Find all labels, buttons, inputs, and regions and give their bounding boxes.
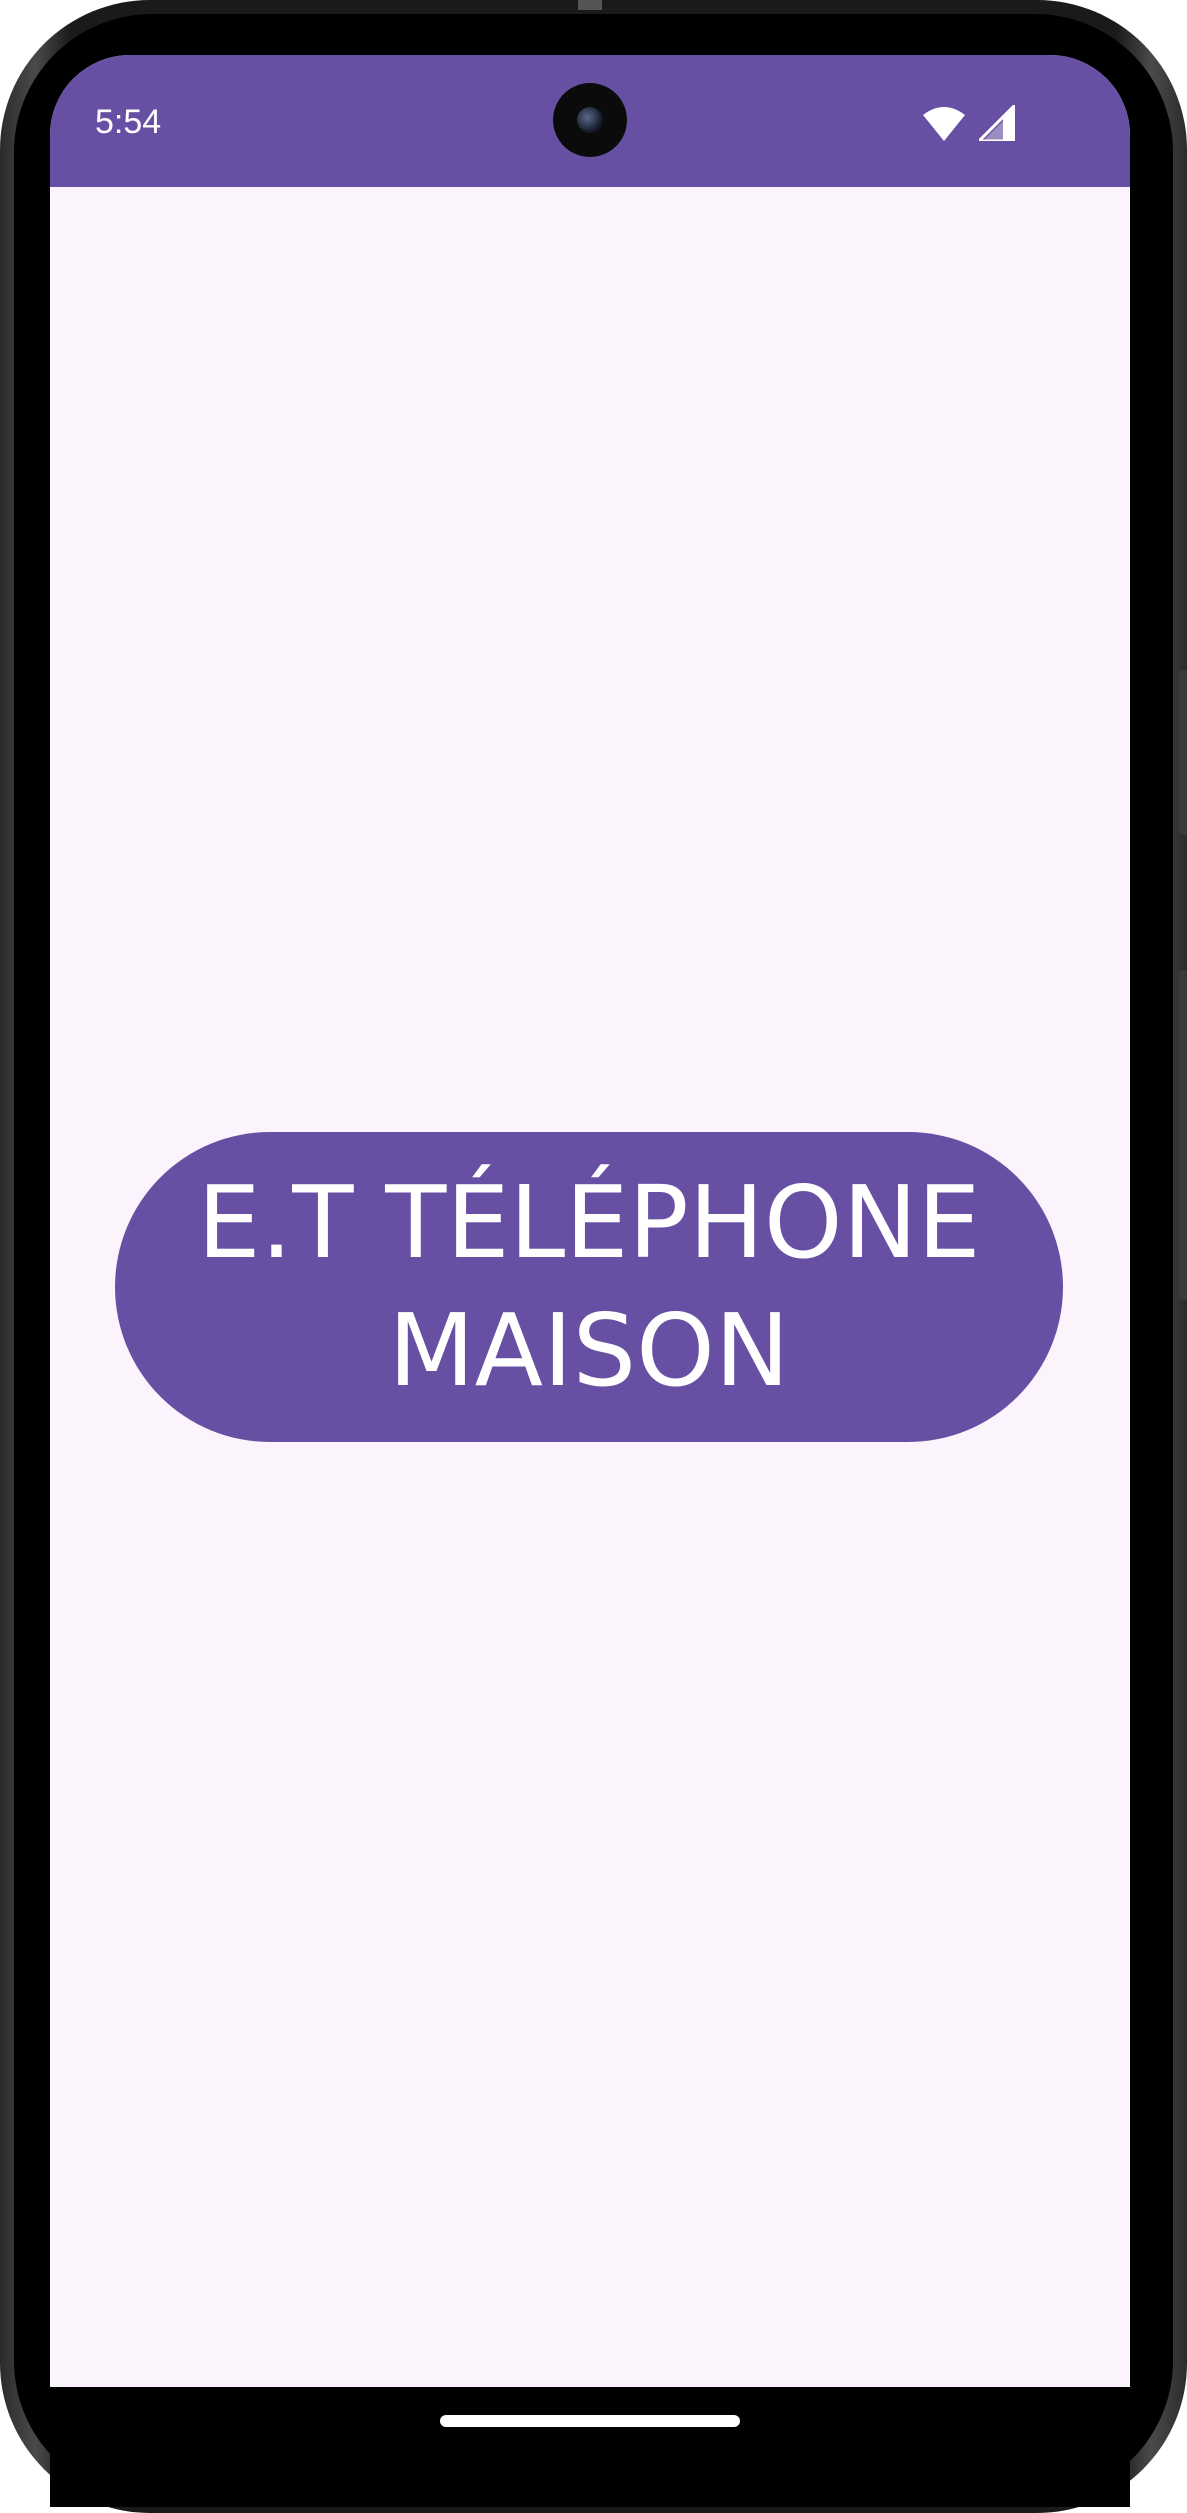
volume-button bbox=[1179, 970, 1187, 1300]
main-content: E.T TÉLÉPHONE MAISON bbox=[50, 187, 1130, 2387]
front-camera bbox=[553, 83, 627, 157]
et-phone-home-button[interactable]: E.T TÉLÉPHONE MAISON bbox=[115, 1132, 1063, 1442]
power-button bbox=[1179, 670, 1187, 835]
status-icons bbox=[923, 105, 1015, 141]
screen: 5:54 E.T TÉLÉPHONE MAISON bbox=[50, 55, 1130, 2387]
cellular-signal-icon bbox=[979, 105, 1015, 141]
antenna-band bbox=[578, 0, 602, 10]
wifi-icon bbox=[923, 107, 965, 141]
gesture-handle[interactable] bbox=[440, 2415, 740, 2427]
navigation-bar bbox=[50, 2387, 1130, 2507]
status-bar: 5:54 bbox=[50, 55, 1130, 187]
status-time: 5:54 bbox=[95, 103, 162, 141]
